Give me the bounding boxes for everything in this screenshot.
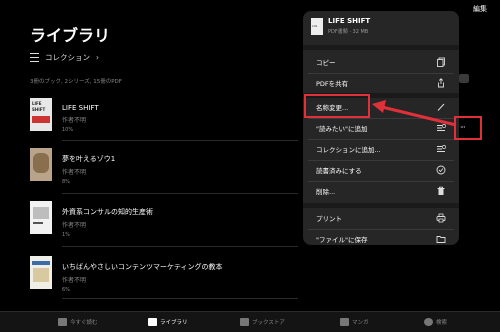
bookstore-icon [240,318,249,326]
collection-button[interactable]: コレクション › [30,52,99,63]
list-item[interactable]: 夢を叶えるゾウ1 作者不明 8% [30,148,115,185]
list-add-icon [437,145,446,152]
list-item[interactable]: いちばんやさしいコンテンツマーケティングの教本 作者不明 6% [30,256,222,293]
tab-reading-now[interactable]: 今すぐ読む [58,318,98,326]
book-title: いちばんやさしいコンテンツマーケティングの教本 [62,263,223,271]
chevron-right-icon: › [96,53,99,62]
book-title: LIFE SHIFT [62,104,99,112]
copy-icon [437,57,445,67]
printer-icon [436,213,446,223]
manga-icon [340,318,349,326]
menu-item-label: コレクションに追加... [316,146,381,154]
divider [303,203,459,208]
menu-item-print[interactable]: プリント [308,209,454,227]
menu-item-label: コピー [316,59,336,67]
menu-item-add-to-collection[interactable]: コレクションに追加... [308,140,454,158]
book-author: 作者不明 [62,222,87,229]
checkmark-icon [436,165,446,175]
tab-library[interactable]: ライブラリ [148,318,188,326]
share-icon [438,78,444,88]
menu-item-mark-as-read[interactable]: 読書済みにする [308,161,454,179]
menu-item-save-to-files[interactable]: "ファイル"に保存 [308,230,454,245]
book-title: 外資系コンサルの知的生産術 [62,208,153,216]
annotation-arrow-icon [372,100,457,127]
list-item[interactable]: LIFE SHIFT LIFE SHIFT 作者不明 10% [30,98,99,133]
menu-book-subtitle: PDF書類 · 32 MB [328,29,369,35]
tab-label: マンガ [352,320,369,326]
collection-label: コレクション [45,53,90,62]
menu-book-title: LIFE SHIFT [328,17,371,25]
library-summary: 3冊のブック, 2シリーズ, 15冊のPDF [30,79,122,85]
book-cover [30,148,52,181]
tab-search[interactable]: 検索 [424,318,447,326]
menu-item-label: PDFを共有 [316,80,349,88]
menu-item-copy[interactable]: コピー [308,53,454,71]
tab-label: ブックストア [252,320,285,326]
menu-item-label: 削除... [316,188,336,196]
tab-label: 検索 [436,320,448,326]
book-progress: 6% [62,287,70,293]
book-progress: 8% [62,179,70,185]
list-item[interactable]: 外資系コンサルの知的生産術 作者不明 1% [30,201,153,238]
edit-button[interactable]: 編集 [473,4,487,14]
menu-item-label: "ファイル"に保存 [316,236,368,244]
divider [62,140,298,141]
book-author: 作者不明 [62,277,87,284]
book-author: 作者不明 [62,169,87,176]
book-cover [30,256,52,289]
book-open-icon [58,318,67,326]
tab-label: 今すぐ読む [70,320,98,326]
divider [62,193,298,194]
page-title: ライブラリ [30,26,111,45]
menu-header: LIFE SHIFT PDF書類 · 32 MB [303,11,459,45]
book-progress: 1% [62,232,70,238]
search-icon [424,318,433,326]
tab-bar: 今すぐ読む ライブラリ ブックストア マンガ 検索 [0,311,500,332]
book-progress: 10% [62,127,74,133]
menu-item-label: プリント [316,215,342,223]
book-cover [30,201,52,234]
menu-item-label: 読書済みにする [316,167,362,175]
folder-icon [436,236,446,243]
divider [303,45,459,50]
tab-manga[interactable]: マンガ [340,318,369,326]
divider [62,246,298,247]
book-author: 作者不明 [62,117,87,124]
library-icon [148,318,157,326]
sort-icon[interactable] [459,74,469,83]
menu-item-share-pdf[interactable]: PDFを共有 [308,74,454,92]
book-thumbnail [311,18,323,35]
tab-label: ライブラリ [160,320,188,326]
divider [62,298,298,299]
menu-item-delete[interactable]: 削除... [308,182,454,200]
list-icon [30,53,39,62]
book-title: 夢を叶えるゾウ1 [62,155,116,163]
trash-icon [437,186,445,195]
book-cover: LIFE SHIFT [30,98,52,131]
tab-bookstore[interactable]: ブックストア [240,318,285,326]
